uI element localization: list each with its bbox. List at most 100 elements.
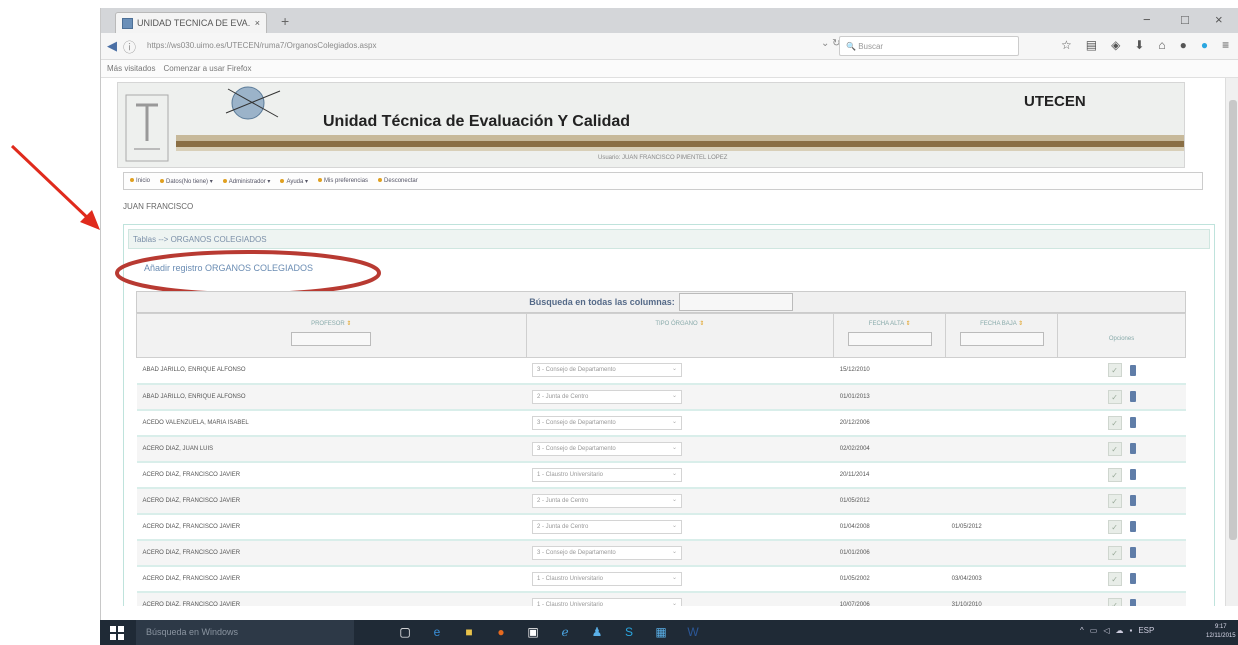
- cell-fecha-baja: 01/05/2012: [945, 513, 1058, 541]
- task-view-icon[interactable]: ▢: [396, 623, 414, 641]
- tipo-select[interactable]: 2 - Junta de Centro: [532, 519, 682, 534]
- filter-profesor-input[interactable]: [291, 332, 372, 346]
- close-window-button[interactable]: ×: [1215, 12, 1223, 27]
- cell-opciones: ✓: [1057, 461, 1186, 489]
- edit-icon[interactable]: ✓: [1107, 389, 1122, 404]
- download-icon[interactable]: ⬇: [1134, 38, 1144, 52]
- tipo-select[interactable]: 2 - Junta de Centro: [532, 493, 682, 508]
- global-search-input[interactable]: [678, 293, 793, 311]
- delete-icon[interactable]: [1129, 495, 1136, 506]
- delete-icon[interactable]: [1129, 391, 1136, 402]
- windows-start-icon[interactable]: [110, 626, 124, 640]
- chat-icon[interactable]: ●: [1180, 38, 1187, 52]
- calculator-icon[interactable]: ▦: [652, 623, 670, 641]
- column-fecha-alta[interactable]: FECHA ALTA ⇕: [833, 313, 947, 358]
- scrollbar-thumb[interactable]: [1229, 100, 1237, 540]
- edge-icon[interactable]: e: [428, 623, 446, 641]
- bookmark-get-started[interactable]: Comenzar a usar Firefox: [163, 64, 251, 73]
- delete-icon[interactable]: [1129, 573, 1136, 584]
- edit-icon[interactable]: ✓: [1107, 363, 1122, 378]
- language-indicator[interactable]: ESP: [1138, 626, 1154, 635]
- column-fecha-baja[interactable]: FECHA BAJA ⇕: [945, 313, 1059, 358]
- organos-table: PROFESOR ⇕ TIPO ÓRGANO ⇕ FECHA ALTA ⇕ FE…: [136, 313, 1186, 606]
- maximize-button[interactable]: □: [1181, 12, 1189, 27]
- menu-item-desconectar[interactable]: Desconectar: [378, 178, 418, 184]
- taskbar-search[interactable]: Búsqueda en Windows: [136, 620, 354, 645]
- url-bar[interactable]: https://ws030.uimo.es/UTECEN/ruma7/Organ…: [141, 37, 811, 55]
- notification-icon[interactable]: ▪: [1129, 626, 1132, 635]
- home-icon[interactable]: ⌂: [1158, 38, 1165, 52]
- edit-icon[interactable]: ✓: [1107, 597, 1122, 606]
- edit-icon[interactable]: ✓: [1107, 493, 1122, 508]
- cell-fecha-alta: 10/07/2006: [833, 591, 946, 606]
- edit-icon[interactable]: ✓: [1107, 415, 1122, 430]
- navigation-bar: ◀ ⓘ https://ws030.uimo.es/UTECEN/ruma7/O…: [101, 33, 1238, 60]
- minimize-button[interactable]: −: [1143, 12, 1151, 27]
- cell-fecha-alta: 01/01/2006: [833, 539, 946, 567]
- edit-icon[interactable]: ✓: [1107, 519, 1122, 534]
- cell-tipo: 2 - Junta de Centro: [526, 487, 834, 515]
- skype-icon[interactable]: S: [620, 623, 638, 641]
- cell-tipo: 3 - Consejo de Departamento: [526, 435, 834, 463]
- tab-close-icon[interactable]: ×: [255, 18, 260, 28]
- word-icon[interactable]: W: [684, 623, 702, 641]
- skype-icon[interactable]: ●: [1201, 38, 1208, 52]
- edit-icon[interactable]: ✓: [1107, 441, 1122, 456]
- page-scrollbar[interactable]: [1225, 78, 1238, 606]
- cell-fecha-baja: [945, 539, 1058, 567]
- people-icon[interactable]: ♟: [588, 623, 606, 641]
- pocket-icon[interactable]: ◈: [1111, 38, 1120, 52]
- bookmark-star-icon[interactable]: ☆: [1061, 38, 1072, 52]
- volume-icon[interactable]: ◁: [1103, 626, 1109, 635]
- back-icon[interactable]: ◀: [107, 38, 117, 54]
- delete-icon[interactable]: [1129, 469, 1136, 480]
- info-icon[interactable]: ⓘ: [123, 37, 136, 56]
- edit-icon[interactable]: ✓: [1107, 571, 1122, 586]
- network-icon[interactable]: ▭: [1090, 626, 1098, 635]
- column-tipo[interactable]: TIPO ÓRGANO ⇕: [525, 313, 835, 358]
- reload-icon[interactable]: ⌄ ↻: [821, 38, 841, 49]
- tipo-select[interactable]: 3 - Consejo de Departamento: [532, 363, 682, 378]
- delete-icon[interactable]: [1129, 521, 1136, 532]
- filter-alta-input[interactable]: [847, 332, 932, 346]
- folder-icon[interactable]: ■: [460, 623, 478, 641]
- filter-baja-input[interactable]: [959, 332, 1044, 346]
- column-profesor[interactable]: PROFESOR ⇕: [136, 313, 527, 358]
- bookmark-most-visited[interactable]: Más visitados: [107, 64, 155, 73]
- brand-name: UTECEN: [1024, 93, 1086, 110]
- new-tab-button[interactable]: +: [281, 13, 289, 29]
- menu-item-ayuda[interactable]: Ayuda ▾: [280, 178, 308, 185]
- edit-icon[interactable]: ✓: [1107, 545, 1122, 560]
- cell-profesor: ACERO DIAZ, FRANCISCO JAVIER: [136, 513, 526, 541]
- menu-item-administrador[interactable]: Administrador ▾: [222, 178, 270, 185]
- delete-icon[interactable]: [1129, 547, 1136, 558]
- delete-icon[interactable]: [1129, 364, 1136, 376]
- ie-icon[interactable]: ℯ: [556, 623, 574, 641]
- delete-icon[interactable]: [1129, 599, 1136, 606]
- browser-tab[interactable]: UNIDAD TECNICA DE EVA... ×: [115, 12, 267, 33]
- tipo-select[interactable]: 1 - Claustro Universitario: [532, 597, 682, 606]
- tipo-select[interactable]: 2 - Junta de Centro: [532, 389, 682, 404]
- tipo-select[interactable]: 3 - Consejo de Departamento: [532, 441, 682, 456]
- tipo-select[interactable]: 3 - Consejo de Departamento: [532, 545, 682, 560]
- taskbar-clock[interactable]: 9:17 12/11/2015: [1206, 623, 1236, 641]
- store-icon[interactable]: ▣: [524, 623, 542, 641]
- clipboard-icon[interactable]: ▤: [1086, 38, 1097, 52]
- firefox-icon[interactable]: ●: [492, 623, 510, 641]
- menu-item-inicio[interactable]: Inicio: [130, 178, 150, 184]
- cell-tipo: 1 - Claustro Universitario: [526, 591, 834, 606]
- menu-item-preferencias[interactable]: Mis preferencias: [318, 178, 368, 184]
- edit-icon[interactable]: ✓: [1107, 467, 1122, 482]
- menu-icon[interactable]: ≡: [1222, 38, 1229, 52]
- menu-item-datos[interactable]: Datos(No tiene) ▾: [160, 178, 213, 185]
- add-record-link[interactable]: Añadir registro ORGANOS COLEGIADOS: [144, 263, 313, 273]
- cell-fecha-baja: [945, 383, 1058, 411]
- tipo-select[interactable]: 1 - Claustro Universitario: [532, 571, 682, 586]
- tipo-select[interactable]: 1 - Claustro Universitario: [532, 467, 682, 482]
- cloud-icon[interactable]: ☁: [1115, 626, 1123, 635]
- search-input[interactable]: 🔍 Buscar: [839, 36, 1019, 56]
- tray-chevron-icon[interactable]: ^: [1080, 626, 1084, 635]
- delete-icon[interactable]: [1129, 417, 1136, 428]
- delete-icon[interactable]: [1129, 443, 1136, 454]
- tipo-select[interactable]: 3 - Consejo de Departamento: [532, 415, 682, 430]
